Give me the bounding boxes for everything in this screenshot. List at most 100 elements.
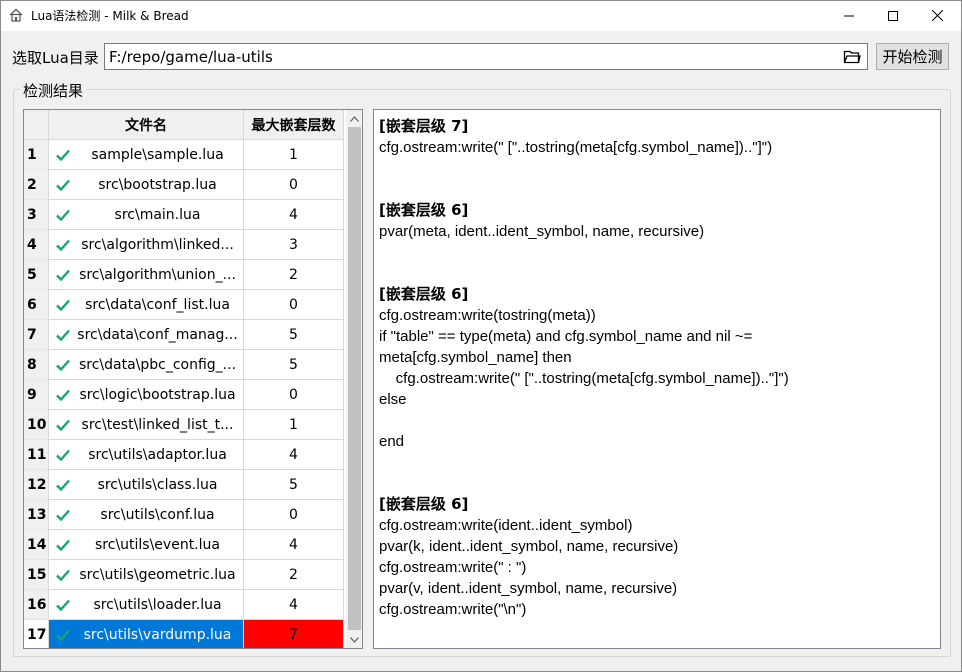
maximize-button[interactable] — [870, 0, 916, 31]
row-number[interactable]: 6 — [24, 290, 49, 320]
path-value[interactable]: F:/repo/game/lua-utils — [109, 48, 273, 66]
checkmark-icon — [52, 599, 74, 611]
filename-cell[interactable]: src\utils\adaptor.lua — [49, 440, 244, 470]
code-line: pvar(v, ident..ident_symbol, name, recur… — [379, 580, 678, 597]
table-row[interactable]: 4 src\algorithm\linked... 3 — [24, 230, 346, 260]
table-corner[interactable] — [24, 110, 49, 140]
checkmark-icon — [52, 299, 74, 311]
filename-cell[interactable]: src\logic\bootstrap.lua — [49, 380, 244, 410]
code-line: cfg.ostream:write(" : ") — [379, 559, 527, 576]
filename-text: src\bootstrap.lua — [98, 176, 217, 193]
row-number[interactable]: 2 — [24, 170, 49, 200]
max-depth-cell[interactable]: 5 — [244, 470, 344, 500]
max-depth-cell[interactable]: 4 — [244, 590, 344, 620]
row-number[interactable]: 8 — [24, 350, 49, 380]
row-number[interactable]: 15 — [24, 560, 49, 590]
chevron-up-icon — [350, 115, 359, 122]
table-row[interactable]: 11 src\utils\adaptor.lua 4 — [24, 440, 346, 470]
filename-text: src\data\conf_list.lua — [85, 296, 230, 313]
checkmark-icon — [52, 449, 74, 461]
max-depth-cell[interactable]: 0 — [244, 500, 344, 530]
start-check-button[interactable]: 开始检测 — [876, 43, 949, 70]
filename-cell[interactable]: src\utils\class.lua — [49, 470, 244, 500]
row-number[interactable]: 3 — [24, 200, 49, 230]
detail-pane[interactable]: [嵌套层级 7] cfg.ostream:write(" ["..tostring… — [373, 109, 941, 649]
filename-cell[interactable]: src\data\conf_list.lua — [49, 290, 244, 320]
max-depth-cell[interactable]: 7 — [244, 620, 344, 648]
filename-cell[interactable]: src\utils\conf.lua — [49, 500, 244, 530]
max-depth-cell[interactable]: 4 — [244, 200, 344, 230]
column-header-max-depth[interactable]: 最大嵌套层数 — [244, 110, 344, 140]
filename-cell[interactable]: src\utils\vardump.lua — [49, 620, 244, 648]
filename-cell[interactable]: src\utils\loader.lua — [49, 590, 244, 620]
table-row[interactable]: 8 src\data\pbc_config_... 5 — [24, 350, 346, 380]
filename-cell[interactable]: src\data\conf_manag... — [49, 320, 244, 350]
folder-icon[interactable] — [843, 48, 861, 65]
max-depth-cell[interactable]: 4 — [244, 530, 344, 560]
table-row[interactable]: 9 src\logic\bootstrap.lua 0 — [24, 380, 346, 410]
table-row[interactable]: 3 src\main.lua 4 — [24, 200, 346, 230]
filename-cell[interactable]: sample\sample.lua — [49, 140, 244, 170]
minimize-button[interactable] — [826, 0, 872, 31]
row-number[interactable]: 13 — [24, 500, 49, 530]
max-depth-cell[interactable]: 3 — [244, 230, 344, 260]
max-depth-cell[interactable]: 2 — [244, 260, 344, 290]
row-number[interactable]: 9 — [24, 380, 49, 410]
code-line: else — [379, 391, 407, 408]
close-icon — [931, 10, 943, 21]
table-row[interactable]: 14 src\utils\event.lua 4 — [24, 530, 346, 560]
filename-cell[interactable]: src\bootstrap.lua — [49, 170, 244, 200]
scroll-up-arrow[interactable] — [346, 110, 362, 127]
close-button[interactable] — [914, 0, 960, 31]
table-row[interactable]: 5 src\algorithm\union_... 2 — [24, 260, 346, 290]
table-row[interactable]: 7 src\data\conf_manag... 5 — [24, 320, 346, 350]
filename-text: src\data\conf_manag... — [77, 326, 238, 343]
table-row[interactable]: 17 src\utils\vardump.lua 7 — [24, 620, 346, 648]
max-depth-cell[interactable]: 2 — [244, 560, 344, 590]
column-header-filename[interactable]: 文件名 — [49, 110, 244, 140]
row-number[interactable]: 12 — [24, 470, 49, 500]
filename-cell[interactable]: src\algorithm\union_... — [49, 260, 244, 290]
max-depth-cell[interactable]: 5 — [244, 320, 344, 350]
scroll-thumb[interactable] — [348, 127, 361, 630]
max-depth-cell[interactable]: 0 — [244, 380, 344, 410]
table-row[interactable]: 2 src\bootstrap.lua 0 — [24, 170, 346, 200]
max-depth-cell[interactable]: 1 — [244, 140, 344, 170]
max-depth-cell[interactable]: 0 — [244, 170, 344, 200]
max-depth-cell[interactable]: 5 — [244, 350, 344, 380]
filename-cell[interactable]: src\test\linked_list_t... — [49, 410, 244, 440]
row-number[interactable]: 1 — [24, 140, 49, 170]
results-table[interactable]: 文件名 最大嵌套层数 1 sample\sample.lua 1 2 src\boots… — [23, 109, 363, 649]
vertical-scrollbar[interactable] — [346, 110, 362, 648]
row-number[interactable]: 16 — [24, 590, 49, 620]
nesting-block: [嵌套层级 6] cfg.ostream:write(tostring(meta)… — [379, 284, 789, 452]
max-depth-cell[interactable]: 1 — [244, 410, 344, 440]
filename-cell[interactable]: src\utils\geometric.lua — [49, 560, 244, 590]
row-number[interactable]: 17 — [24, 620, 49, 648]
table-row[interactable]: 13 src\utils\conf.lua 0 — [24, 500, 346, 530]
max-depth-cell[interactable]: 4 — [244, 440, 344, 470]
home-icon — [9, 8, 23, 22]
row-number[interactable]: 14 — [24, 530, 49, 560]
filename-cell[interactable]: src\utils\event.lua — [49, 530, 244, 560]
table-row[interactable]: 6 src\data\conf_list.lua 0 — [24, 290, 346, 320]
row-number[interactable]: 5 — [24, 260, 49, 290]
filename-text: src\utils\geometric.lua — [79, 566, 236, 583]
filename-cell[interactable]: src\data\pbc_config_... — [49, 350, 244, 380]
row-number[interactable]: 4 — [24, 230, 49, 260]
filename-cell[interactable]: src\algorithm\linked... — [49, 230, 244, 260]
table-row[interactable]: 15 src\utils\geometric.lua 2 — [24, 560, 346, 590]
table-row[interactable]: 1 sample\sample.lua 1 — [24, 140, 346, 170]
row-number[interactable]: 10 — [24, 410, 49, 440]
code-line: meta[cfg.symbol_name] then — [379, 349, 572, 366]
table-row[interactable]: 10 src\test\linked_list_t... 1 — [24, 410, 346, 440]
checkmark-icon — [52, 479, 74, 491]
scroll-down-arrow[interactable] — [346, 631, 362, 648]
table-row[interactable]: 12 src\utils\class.lua 5 — [24, 470, 346, 500]
table-row[interactable]: 16 src\utils\loader.lua 4 — [24, 590, 346, 620]
filename-cell[interactable]: src\main.lua — [49, 200, 244, 230]
row-number[interactable]: 7 — [24, 320, 49, 350]
row-number[interactable]: 11 — [24, 440, 49, 470]
max-depth-cell[interactable]: 0 — [244, 290, 344, 320]
path-input[interactable]: F:/repo/game/lua-utils — [104, 43, 868, 70]
